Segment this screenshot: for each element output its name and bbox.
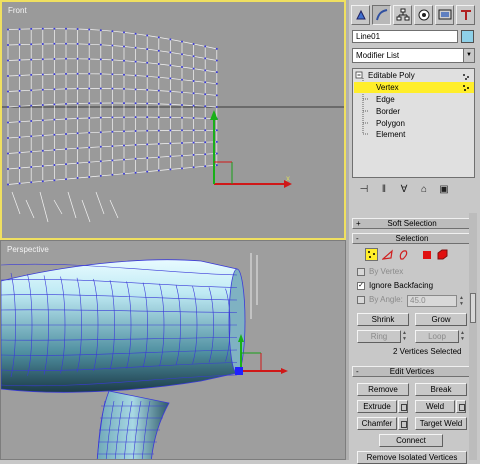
- selection-status: 2 Vertices Selected: [393, 347, 462, 356]
- pin-stack-icon[interactable]: ⊣: [357, 183, 371, 195]
- ring-spinner[interactable]: ▲ ▼: [401, 330, 408, 343]
- by-angle-checkbox[interactable]: [357, 296, 365, 304]
- selection-rollout-header[interactable]: - Selection: [352, 233, 472, 244]
- chevron-down-icon[interactable]: ▼: [463, 49, 474, 62]
- remove-button[interactable]: Remove: [357, 383, 409, 396]
- command-panel-scrollbar[interactable]: [469, 213, 477, 460]
- command-panel-tabs: [351, 5, 475, 25]
- x-axis-label: x: [286, 174, 290, 183]
- break-button[interactable]: Break: [415, 383, 467, 396]
- rollout-title: Edit Vertices: [389, 367, 435, 376]
- soft-selection-rollout-header[interactable]: + Soft Selection: [352, 218, 472, 229]
- stack-item-editable-poly[interactable]: Editable Poly: [368, 70, 458, 81]
- stack-item-edge[interactable]: Edge: [376, 94, 395, 105]
- perspective-viewport[interactable]: Perspective: [0, 240, 346, 460]
- object-color-swatch[interactable]: [461, 30, 474, 43]
- make-unique-icon[interactable]: ∀: [397, 183, 411, 195]
- chamfer-settings-button[interactable]: [398, 417, 408, 430]
- perspective-mesh: [1, 253, 288, 459]
- object-name-field[interactable]: Line01: [352, 30, 458, 43]
- loop-button[interactable]: Loop: [415, 330, 459, 343]
- target-weld-button[interactable]: Target Weld: [415, 417, 467, 430]
- configure-sets-icon[interactable]: ▣: [437, 183, 451, 195]
- modifier-stack[interactable]: Editable Poly Vertex Edge Border Polygon…: [352, 68, 475, 178]
- command-panel: Line01 Modifier List ▼ Editable Poly Ver…: [349, 0, 480, 464]
- create-tab[interactable]: [351, 5, 370, 25]
- modifier-list-dropdown[interactable]: Modifier List ▼: [352, 48, 475, 63]
- perspective-viewport-label[interactable]: Perspective: [7, 245, 49, 254]
- weld-button[interactable]: Weld: [415, 400, 455, 413]
- gizmo-front: [210, 110, 292, 188]
- hierarchy-tab[interactable]: [393, 5, 412, 25]
- loop-spinner[interactable]: ▲ ▼: [459, 330, 466, 343]
- stack-toolbar: ⊣ ‖ ∀ ⌂ ▣: [357, 183, 451, 195]
- connect-button[interactable]: Connect: [379, 434, 443, 447]
- ignore-backfacing-checkbox[interactable]: ✓: [357, 282, 365, 290]
- scrollbar-thumb[interactable]: [470, 293, 476, 323]
- rollout-title: Selection: [395, 234, 429, 243]
- by-angle-label: By Angle:: [369, 295, 403, 304]
- edit-vertices-rollout-header[interactable]: - Edit Vertices: [352, 366, 472, 377]
- utilities-tab[interactable]: [456, 5, 475, 25]
- shrink-button[interactable]: Shrink: [357, 313, 409, 326]
- create-icon: [355, 9, 366, 20]
- stack-item-polygon[interactable]: Polygon: [376, 118, 405, 129]
- rollout-toggle-icon: +: [356, 219, 361, 228]
- chamfer-button[interactable]: Chamfer: [357, 417, 397, 430]
- display-tab[interactable]: [435, 5, 454, 25]
- modifier-list-label: Modifier List: [356, 51, 400, 60]
- front-wireframe: [2, 27, 344, 223]
- utilities-icon: [460, 10, 471, 20]
- stack-item-vertex-label: Vertex: [376, 83, 399, 92]
- extrude-button[interactable]: Extrude: [357, 400, 397, 413]
- ignore-backfacing-label: Ignore Backfacing: [369, 281, 434, 290]
- front-viewport[interactable]: Front x: [0, 0, 346, 240]
- display-icon: [438, 9, 451, 20]
- front-viewport-label[interactable]: Front: [8, 6, 27, 15]
- stack-item-border[interactable]: Border: [376, 106, 400, 117]
- remove-modifier-icon[interactable]: ⌂: [417, 183, 431, 195]
- weld-settings-button[interactable]: [456, 400, 466, 413]
- modify-tab[interactable]: [372, 5, 391, 25]
- by-vertex-label: By Vertex: [369, 267, 404, 276]
- element-mode-icon[interactable]: [436, 248, 449, 261]
- ring-button[interactable]: Ring: [357, 330, 401, 343]
- by-angle-input[interactable]: 45.0: [407, 295, 457, 307]
- vertex-dots-icon: [463, 85, 469, 91]
- motion-icon: [418, 9, 429, 21]
- border-mode-icon[interactable]: [397, 248, 410, 261]
- motion-tab[interactable]: [414, 5, 433, 25]
- rollout-title: Soft Selection: [387, 219, 437, 228]
- modify-icon: [375, 9, 387, 21]
- grow-button[interactable]: Grow: [415, 313, 467, 326]
- polygon-mode-icon[interactable]: [420, 248, 433, 261]
- stack-item-element[interactable]: Element: [376, 129, 405, 140]
- hierarchy-icon: [396, 8, 409, 21]
- edge-mode-icon[interactable]: [381, 248, 394, 261]
- rollout-toggle-icon: -: [356, 234, 359, 243]
- vertex-mode-icon[interactable]: [365, 248, 378, 261]
- stack-item-vertex[interactable]: Vertex: [354, 82, 474, 93]
- show-end-result-icon[interactable]: ‖: [377, 183, 391, 195]
- rollout-toggle-icon: -: [356, 367, 359, 376]
- extrude-settings-button[interactable]: [398, 400, 408, 413]
- remove-isolated-vertices-button[interactable]: Remove Isolated Vertices: [357, 451, 467, 464]
- by-angle-spinner[interactable]: ▲ ▼: [458, 295, 465, 308]
- by-vertex-checkbox[interactable]: [357, 268, 365, 276]
